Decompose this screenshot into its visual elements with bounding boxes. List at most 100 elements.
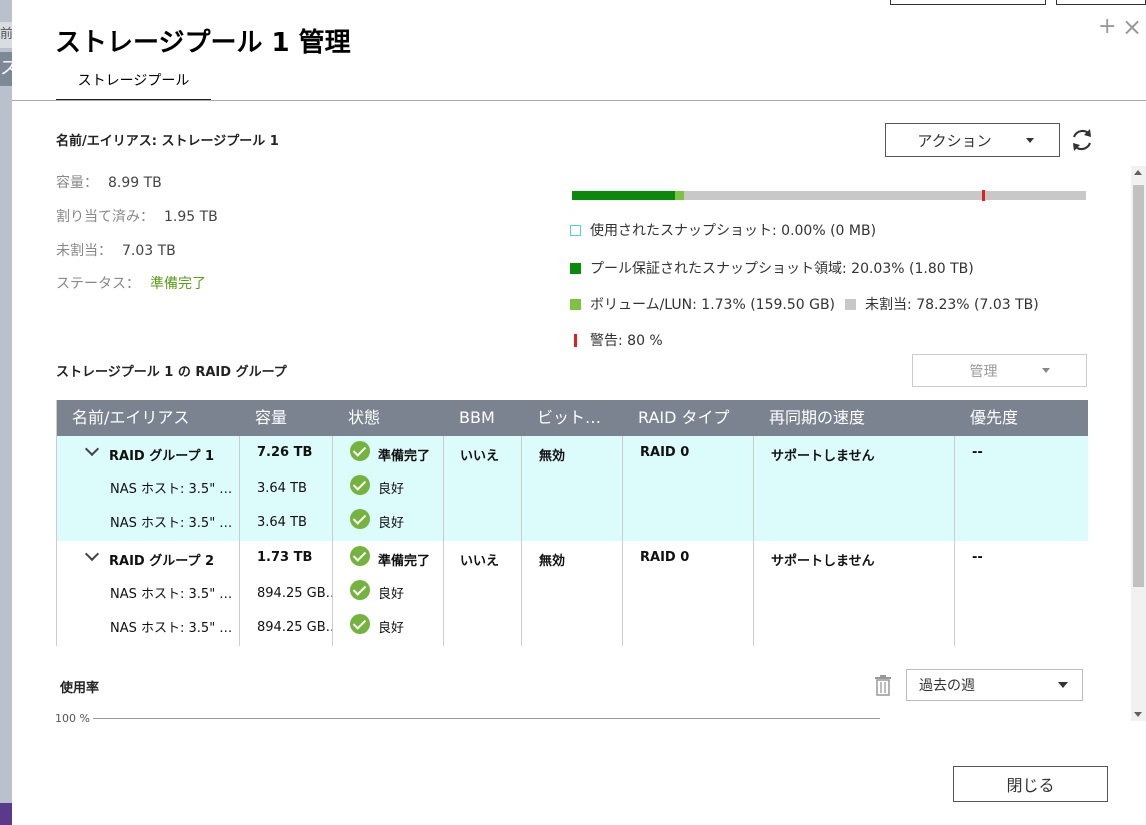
table-row-raid-group-2[interactable]: RAID グループ 2 1.73 TB 準備完了 いいえ 無効 RAID 0 サ… — [57, 541, 1088, 646]
unallocated-label: 未割当： — [56, 243, 112, 259]
tab-divider — [12, 100, 1146, 101]
warning-marker — [574, 333, 577, 347]
column-divider — [753, 436, 754, 646]
column-divider — [443, 436, 444, 646]
legend-label: 使用されたスナップショット: 0.00% (0 MB) — [590, 223, 877, 239]
legend-warning: 警告: 80 % — [570, 330, 663, 350]
group-name: RAID グループ 1 — [109, 449, 215, 464]
legend-snapshot-reserved: プール保証されたスナップショット領域: 20.03% (1.80 TB) — [570, 258, 974, 278]
check-icon — [350, 509, 370, 529]
group-priority: -- — [972, 550, 983, 565]
scroll-down-icon[interactable] — [1134, 712, 1142, 717]
group-resync: サポートしません — [771, 554, 875, 569]
group-name: RAID グループ 2 — [109, 554, 215, 569]
legend-used-snapshot: 使用されたスナップショット: 0.00% (0 MB) — [570, 220, 876, 240]
disk-status: 良好 — [378, 516, 405, 531]
disk-status: 良好 — [378, 621, 405, 636]
background-window: 前 ス — [0, 0, 12, 825]
trash-icon[interactable] — [873, 674, 893, 696]
background-panel — [0, 803, 12, 825]
group-raid-type: RAID 0 — [640, 550, 690, 565]
action-dropdown[interactable]: アクション — [885, 123, 1060, 157]
chevron-down-icon[interactable] — [84, 441, 100, 457]
add-icon[interactable]: + — [1098, 16, 1116, 38]
time-range-value: 過去の週 — [919, 678, 975, 694]
legend-label: 未割当: 78.23% (7.03 TB) — [865, 297, 1039, 313]
disk-status: 良好 — [378, 587, 405, 602]
usage-bar-segment-unallocated — [683, 191, 1086, 200]
refresh-icon[interactable] — [1068, 126, 1096, 154]
status-value: 準備完了 — [150, 276, 206, 292]
check-icon — [350, 614, 370, 634]
usage-axis-label: 100 % — [55, 712, 90, 725]
page-title: ストレージプール 1 管理 — [55, 28, 351, 58]
check-icon — [350, 475, 370, 495]
group-bitmap: 無効 — [539, 449, 566, 464]
allocated-value: 1.95 TB — [164, 209, 218, 225]
column-header-status[interactable]: 状態 — [333, 400, 444, 436]
scrollbar-thumb[interactable] — [1133, 185, 1144, 587]
disk-capacity: 894.25 GB… — [257, 586, 333, 601]
group-bbm: いいえ — [460, 449, 500, 464]
disk-name: NAS ホスト: 3.5" … — [110, 516, 233, 531]
chevron-down-icon — [1025, 137, 1034, 143]
unallocated-value: 7.03 TB — [122, 243, 176, 259]
column-header-name[interactable]: 名前/エイリアス — [57, 400, 240, 436]
close-icon[interactable]: × — [1122, 15, 1142, 39]
capacity-row: 容量： 8.99 TB — [56, 172, 162, 192]
disk-capacity: 3.64 TB — [257, 481, 307, 496]
column-header-bitmap[interactable]: ビット… — [522, 400, 623, 436]
usage-rate-title: 使用率 — [60, 681, 100, 696]
tab-storage-pool[interactable]: ストレージプール — [56, 63, 211, 101]
capacity-label: 容量： — [56, 175, 98, 191]
disk-name: NAS ホスト: 3.5" … — [110, 482, 233, 497]
chevron-down-icon — [1058, 682, 1068, 688]
group-raid-type: RAID 0 — [640, 445, 690, 460]
disk-capacity: 894.25 GB… — [257, 620, 333, 635]
table-header: 名前/エイリアス 容量 状態 BBM ビット… RAID タイプ 再同期の速度 … — [57, 400, 1088, 436]
column-header-priority[interactable]: 優先度 — [955, 400, 1088, 436]
column-header-capacity[interactable]: 容量 — [240, 400, 333, 436]
group-capacity: 1.73 TB — [257, 550, 313, 565]
group-bbm: いいえ — [460, 554, 500, 569]
usage-bar-segment-snapshot-reserved — [572, 191, 675, 200]
disk-name: NAS ホスト: 3.5" … — [110, 621, 233, 636]
group-resync: サポートしません — [771, 449, 875, 464]
table-row-raid-group-1[interactable]: RAID グループ 1 7.26 TB 準備完了 いいえ 無効 RAID 0 サ… — [57, 436, 1088, 541]
column-header-bbm[interactable]: BBM — [444, 400, 522, 436]
group-status: 準備完了 — [378, 554, 431, 569]
status-row: ステータス： 準備完了 — [56, 273, 206, 293]
chevron-down-icon — [1041, 368, 1050, 373]
legend-swatch — [570, 262, 581, 274]
unallocated-row: 未割当： 7.03 TB — [56, 240, 176, 260]
column-divider — [521, 436, 522, 646]
manage-dropdown[interactable]: 管理 — [912, 354, 1087, 387]
usage-bar-segment-volume — [674, 191, 684, 200]
disk-name: NAS ホスト: 3.5" … — [110, 587, 233, 602]
background-tab-active: ス — [0, 52, 12, 86]
legend-label: 警告: 80 % — [590, 333, 663, 349]
pool-name: 名前/エイリアス: ストレージプール 1 — [56, 134, 279, 149]
usage-axis-line — [93, 718, 880, 719]
chevron-down-icon[interactable] — [84, 546, 100, 562]
column-divider — [239, 436, 240, 646]
scroll-up-icon[interactable] — [1134, 170, 1142, 175]
group-bitmap: 無効 — [539, 554, 566, 569]
group-status: 準備完了 — [378, 449, 431, 464]
check-icon — [350, 546, 370, 566]
time-range-select[interactable]: 過去の週 — [906, 669, 1083, 701]
allocated-row: 割り当て済み： 1.95 TB — [56, 206, 218, 226]
close-button[interactable]: 閉じる — [953, 766, 1108, 802]
allocated-label: 割り当て済み： — [56, 209, 154, 225]
background-tab: 前 — [0, 22, 12, 48]
legend-swatch — [570, 298, 581, 310]
column-header-resync[interactable]: 再同期の速度 — [754, 400, 955, 436]
usage-bar — [572, 190, 1086, 201]
manage-label: 管理 — [969, 363, 998, 380]
column-divider — [332, 436, 333, 646]
check-icon — [350, 441, 370, 461]
legend-label: プール保証されたスナップショット領域: 20.03% (1.80 TB) — [590, 261, 974, 277]
legend-volume: ボリューム/LUN: 1.73% (159.50 GB) 未割当: 78.23%… — [570, 294, 1039, 314]
usage-bar-warning-marker — [982, 190, 986, 201]
column-header-raid-type[interactable]: RAID タイプ — [623, 400, 754, 436]
